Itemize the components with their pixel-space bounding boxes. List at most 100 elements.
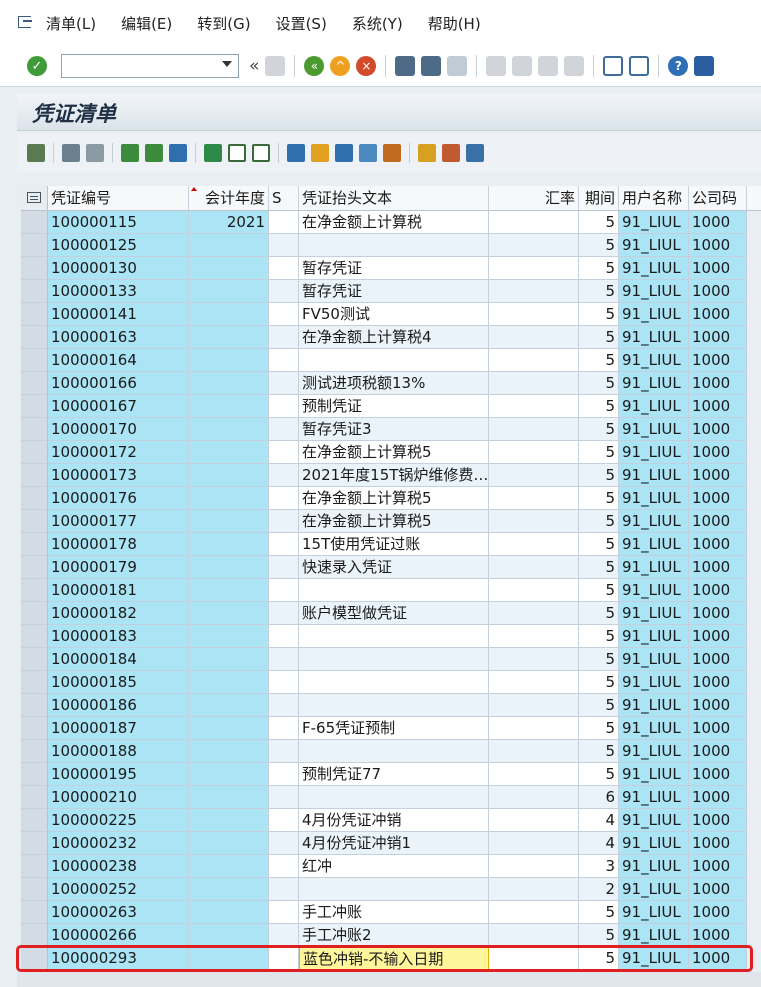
cell-company[interactable]: 1000 (689, 303, 747, 326)
column-header-rate[interactable]: 汇率 (489, 186, 579, 210)
exit-icon[interactable]: ^ (330, 56, 351, 76)
cell-user[interactable]: 91_LIUL (619, 947, 689, 970)
cell-header-text[interactable]: 在净金额上计算税5 (299, 487, 489, 510)
cell-status[interactable] (269, 418, 299, 441)
cell-rate[interactable] (489, 441, 579, 464)
cell-year[interactable] (189, 464, 269, 487)
cell-rate[interactable] (489, 786, 579, 809)
cell-rate[interactable] (489, 510, 579, 533)
cell-company[interactable]: 1000 (689, 924, 747, 947)
cell-user[interactable]: 91_LIUL (619, 809, 689, 832)
row-selector[interactable] (21, 671, 48, 694)
cell-period[interactable]: 2 (579, 878, 619, 901)
cell-doc-no[interactable]: 100000130 (48, 257, 189, 280)
table-row[interactable]: 100000188 5 91_LIUL 1000 (21, 740, 761, 763)
cell-header-text[interactable] (299, 740, 489, 763)
cell-rate[interactable] (489, 464, 579, 487)
cell-rate[interactable] (489, 924, 579, 947)
cell-rate[interactable] (489, 740, 579, 763)
cell-user[interactable]: 91_LIUL (619, 602, 689, 625)
cell-doc-no[interactable]: 100000166 (48, 372, 189, 395)
excel-export-icon[interactable] (287, 144, 305, 162)
cell-period[interactable]: 5 (579, 257, 619, 280)
row-selector[interactable] (21, 717, 48, 740)
graphic-icon[interactable] (383, 144, 401, 162)
cell-user[interactable]: 91_LIUL (619, 740, 689, 763)
cell-period[interactable]: 5 (579, 556, 619, 579)
row-selector[interactable] (21, 487, 48, 510)
cell-year[interactable] (189, 395, 269, 418)
sort-descending-icon[interactable] (145, 144, 163, 162)
table-row[interactable]: 100000182 账户模型做凭证 5 91_LIUL 1000 (21, 602, 761, 625)
cell-doc-no[interactable]: 100000115 (48, 211, 189, 234)
cell-rate[interactable] (489, 602, 579, 625)
cell-rate[interactable] (489, 625, 579, 648)
cell-period[interactable]: 5 (579, 464, 619, 487)
cell-header-text[interactable]: 蓝色冲销-不输入日期 (299, 947, 489, 970)
cell-user[interactable]: 91_LIUL (619, 717, 689, 740)
cell-status[interactable] (269, 487, 299, 510)
column-header-user[interactable]: 用户名称 (619, 186, 689, 210)
row-selector[interactable] (21, 211, 48, 234)
cell-year[interactable] (189, 717, 269, 740)
cell-status[interactable] (269, 878, 299, 901)
cell-rate[interactable] (489, 487, 579, 510)
cell-status[interactable] (269, 625, 299, 648)
cell-status[interactable] (269, 717, 299, 740)
cell-year[interactable] (189, 326, 269, 349)
cell-period[interactable]: 5 (579, 717, 619, 740)
cell-header-text[interactable]: 账户模型做凭证 (299, 602, 489, 625)
row-selector[interactable] (21, 464, 48, 487)
cell-period[interactable]: 5 (579, 924, 619, 947)
cell-year[interactable] (189, 947, 269, 970)
cell-doc-no[interactable]: 100000179 (48, 556, 189, 579)
cell-year[interactable] (189, 533, 269, 556)
cell-rate[interactable] (489, 901, 579, 924)
cell-period[interactable]: 5 (579, 602, 619, 625)
cell-period[interactable]: 5 (579, 372, 619, 395)
cell-year[interactable] (189, 763, 269, 786)
cell-user[interactable]: 91_LIUL (619, 234, 689, 257)
menu-item-list[interactable]: 清单(L) (46, 13, 96, 34)
table-row[interactable]: 100000173 2021年度15T锅炉维修费… 5 91_LIUL 1000 (21, 464, 761, 487)
row-selector[interactable] (21, 280, 48, 303)
column-header-period[interactable]: 期间 (579, 186, 619, 210)
cell-rate[interactable] (489, 855, 579, 878)
table-row[interactable]: 100000133 暂存凭证 5 91_LIUL 1000 (21, 280, 761, 303)
table-row[interactable]: 100000210 6 91_LIUL 1000 (21, 786, 761, 809)
cell-year[interactable] (189, 441, 269, 464)
sort-ascending-icon[interactable] (121, 144, 139, 162)
cell-period[interactable]: 5 (579, 234, 619, 257)
cell-company[interactable]: 1000 (689, 464, 747, 487)
cell-year[interactable] (189, 809, 269, 832)
cell-rate[interactable] (489, 648, 579, 671)
help-icon[interactable]: ? (668, 56, 689, 76)
cancel-icon[interactable]: × (356, 56, 377, 76)
table-row[interactable]: 100000263 手工冲账 5 91_LIUL 1000 (21, 901, 761, 924)
row-selector[interactable] (21, 579, 48, 602)
cell-header-text[interactable]: 2021年度15T锅炉维修费… (299, 464, 489, 487)
cell-header-text[interactable] (299, 694, 489, 717)
cell-header-text[interactable]: 暂存凭证3 (299, 418, 489, 441)
cell-period[interactable]: 5 (579, 901, 619, 924)
cell-rate[interactable] (489, 303, 579, 326)
row-selector[interactable] (21, 602, 48, 625)
cell-status[interactable] (269, 809, 299, 832)
filter-icon[interactable] (169, 144, 187, 162)
cell-period[interactable]: 5 (579, 487, 619, 510)
cell-doc-no[interactable]: 100000266 (48, 924, 189, 947)
cell-user[interactable]: 91_LIUL (619, 303, 689, 326)
cell-company[interactable]: 1000 (689, 763, 747, 786)
print-preview-icon[interactable] (252, 144, 270, 162)
cell-doc-no[interactable]: 100000185 (48, 671, 189, 694)
first-page-icon[interactable] (486, 56, 507, 76)
cell-doc-no[interactable]: 100000141 (48, 303, 189, 326)
cell-header-text[interactable]: 预制凭证77 (299, 763, 489, 786)
menu-item-settings[interactable]: 设置(S) (276, 13, 327, 34)
row-selector[interactable] (21, 878, 48, 901)
cell-user[interactable]: 91_LIUL (619, 441, 689, 464)
table-row[interactable]: 100000187 F-65凭证预制 5 91_LIUL 1000 (21, 717, 761, 740)
menu-list-icon[interactable] (18, 16, 36, 30)
cell-header-text[interactable] (299, 878, 489, 901)
cell-doc-no[interactable]: 100000210 (48, 786, 189, 809)
